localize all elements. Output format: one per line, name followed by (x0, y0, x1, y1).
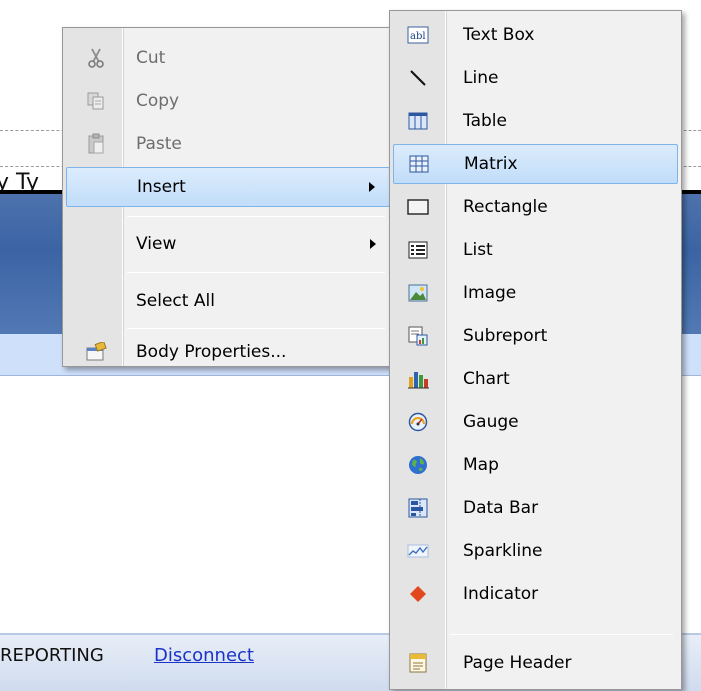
submenu-item-map[interactable]: Map (393, 445, 678, 485)
submenu-item-label: Gauge (463, 412, 519, 432)
submenu-item-subreport[interactable]: Subreport (393, 316, 678, 356)
submenu-item-line[interactable]: Line (393, 58, 678, 98)
submenu-item-rectangle[interactable]: Rectangle (393, 187, 678, 227)
submenu-item-image[interactable]: Image (393, 273, 678, 313)
menu-item-paste[interactable]: Paste (66, 124, 390, 164)
submenu-item-page-header[interactable]: Page Header (393, 643, 678, 683)
menu-item-label: Body Properties... (136, 342, 287, 362)
submenu-item-label: Sparkline (463, 541, 543, 561)
submenu-item-label: Line (463, 68, 499, 88)
gauge-icon (393, 402, 443, 442)
menu-item-label: View (136, 234, 177, 254)
submenu-arrow-icon (370, 239, 376, 249)
submenu-item-label: Image (463, 283, 517, 303)
menu-separator (127, 216, 385, 217)
submenu-item-list[interactable]: List (393, 230, 678, 270)
chart-icon (393, 359, 443, 399)
submenu-item-data-bar[interactable]: Data Bar (393, 488, 678, 528)
submenu-item-label: Rectangle (463, 197, 548, 217)
menu-item-copy[interactable]: Copy (66, 81, 390, 121)
disconnect-link[interactable]: Disconnect (154, 645, 254, 666)
submenu-item-label: Map (463, 455, 499, 475)
menu-item-cut[interactable]: Cut (66, 38, 390, 78)
submenu-item-label: Text Box (463, 25, 535, 45)
submenu-item-table[interactable]: Table (393, 101, 678, 141)
submenu-item-label: List (463, 240, 493, 260)
submenu-item-label: Subreport (463, 326, 548, 346)
menu-item-view[interactable]: View (66, 224, 390, 264)
textbox-icon: abl (393, 15, 443, 55)
sparkline-icon (393, 531, 443, 571)
submenu-item-chart[interactable]: Chart (393, 359, 678, 399)
menu-separator (450, 634, 673, 635)
submenu-item-label: Data Bar (463, 498, 539, 518)
submenu-item-gauge[interactable]: Gauge (393, 402, 678, 442)
menu-item-label: Copy (136, 91, 180, 111)
map-icon (393, 445, 443, 485)
status-server-text: REPORTING (0, 645, 104, 666)
submenu-item-text-box[interactable]: abl Text Box (393, 15, 678, 55)
submenu-item-indicator[interactable]: Indicator (393, 574, 678, 614)
matrix-icon (394, 144, 444, 184)
copy-icon (70, 81, 122, 121)
submenu-item-label: Matrix (464, 154, 518, 174)
menu-item-label: Paste (136, 134, 182, 154)
menu-item-select-all[interactable]: Select All (66, 281, 390, 321)
paste-icon (70, 124, 122, 164)
submenu-arrow-icon (369, 182, 375, 192)
image-icon (393, 273, 443, 313)
rectangle-icon (393, 187, 443, 227)
list-icon (393, 230, 443, 270)
subreport-icon (393, 316, 443, 356)
menu-item-insert[interactable]: Insert (66, 167, 390, 207)
submenu-item-label: Indicator (463, 584, 539, 604)
menu-item-label: Select All (136, 291, 215, 311)
indicator-icon (393, 574, 443, 614)
menu-item-label: Insert (137, 177, 186, 197)
menu-item-label: Cut (136, 48, 166, 68)
submenu-item-matrix[interactable]: Matrix (393, 144, 678, 184)
menu-separator (127, 328, 385, 329)
menu-item-body-properties[interactable]: Body Properties... (66, 334, 390, 370)
scissors-icon (70, 38, 122, 78)
submenu-item-label: Chart (463, 369, 510, 389)
data-bar-icon (393, 488, 443, 528)
submenu-item-label: Page Header (463, 653, 572, 673)
page-header-icon (393, 643, 443, 683)
svg-text:abl: abl (410, 31, 426, 42)
table-icon (393, 101, 443, 141)
submenu-item-label: Table (463, 111, 507, 131)
context-menu: Cut Copy Paste Insert View Select All Bo… (62, 27, 394, 367)
properties-icon (70, 332, 122, 372)
submenu-item-sparkline[interactable]: Sparkline (393, 531, 678, 571)
menu-separator (127, 272, 385, 273)
insert-submenu: abl Text Box Line Table Matrix Rectangle… (389, 10, 682, 690)
line-icon (393, 58, 443, 98)
